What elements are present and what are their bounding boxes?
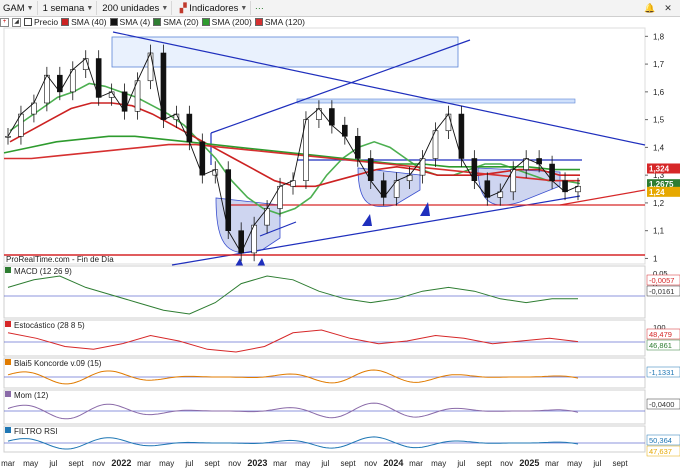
x-tick-label: sept [612,459,628,468]
y-tick-label: 1,1 [653,227,665,236]
pane-swatch [5,267,11,273]
pane-value-label: 46,861 [649,341,672,350]
pane-swatch [5,427,11,433]
pane-value-label: -0,0057 [649,276,674,285]
price-axis: 1,81,71,61,51,41,31,21,11 [645,32,665,263]
x-tick-label: mar [1,459,15,468]
y-tick-label: 1 [653,254,658,263]
pane-value-label: 47,637 [649,447,672,456]
y-tick-label: 1,5 [653,116,665,125]
pane-1[interactable]: MACD (12 26 9) 0,050-0,0057-0,0161 [3,265,680,319]
x-tick-label: mar [137,459,151,468]
series-line-sma120 [4,143,580,182]
pane-swatch [5,321,11,327]
x-tick-label: mar [409,459,423,468]
x-tick-label: sept [68,459,84,468]
x-tick-label: may [567,459,582,468]
x-tick-label: sept [204,459,220,468]
indicator-panes: MACD (12 26 9) 0,050-0,0057-0,0161Estocás… [3,265,680,457]
x-tick-label: mar [273,459,287,468]
x-tick-label: jul [320,459,329,468]
x-tick-label: nov [364,459,377,468]
pane-title: Mom (12) [14,391,49,400]
x-tick-label: 2025 [519,458,539,468]
x-tick-label: sept [476,459,492,468]
time-axis: mar may jul sept nov 2022 mar may jul sept nov 2023… [1,458,628,468]
candle-body [5,135,11,138]
pane-title: FILTRO RSI [14,427,57,436]
x-tick-label: may [295,459,310,468]
x-tick-label: nov [228,459,241,468]
x-tick-label: 2023 [247,458,267,468]
price-label-text: 1,324 [649,164,670,173]
pane-value-label: -0,0400 [649,400,674,409]
x-tick-label: mar [545,459,559,468]
x-tick-label: 2024 [383,458,403,468]
x-tick-label: nov [500,459,513,468]
pane-value-label: -0,0161 [649,287,674,296]
price-labels: 1,3241,26751,24 [647,163,680,197]
y-tick-label: 1,6 [653,88,665,97]
x-tick-label: jul [48,459,57,468]
x-tick-label: nov [92,459,105,468]
price-label-text: 1,24 [649,188,665,197]
x-tick-label: 2022 [111,458,131,468]
pane-frame [3,389,646,425]
y-tick-label: 1,8 [653,32,665,41]
source-note: ProRealTime.com - Fin de Día [6,255,114,264]
pane-3[interactable]: Blai5 Koncorde v.09 (15) -1,1331 [3,357,680,389]
pane-swatch [5,359,11,365]
pane-value-label: 50,364 [649,436,672,445]
pane-title: Blai5 Koncorde v.09 (15) [14,359,102,368]
x-tick-label: may [431,459,446,468]
pane-4[interactable]: Mom (12) -0,0400 [3,389,680,425]
chart-canvas[interactable]: 1,81,71,61,51,41,31,21,11 1,3241,26751,2… [0,0,680,469]
pane-swatch [5,391,11,397]
y-tick-label: 1,7 [653,60,665,69]
pane-5[interactable]: FILTRO RSI 50,364 47,637 [3,425,680,457]
y-tick-label: 1,2 [653,199,665,208]
x-tick-label: jul [184,459,193,468]
x-tick-label: sept [340,459,356,468]
x-tick-label: may [159,459,174,468]
x-tick-label: jul [592,459,601,468]
x-tick-label: jul [456,459,465,468]
pane-title: Estocástico (28 8 5) [14,321,85,330]
pane-value-label: 48,479 [649,330,672,339]
x-tick-label: may [23,459,38,468]
y-tick-label: 1,4 [653,143,665,152]
pane-title: MACD (12 26 9) [14,267,72,276]
pane-2[interactable]: Estocástico (28 8 5) 10048,47946,861 [3,319,680,357]
pane-value-label: -1,1331 [649,368,674,377]
